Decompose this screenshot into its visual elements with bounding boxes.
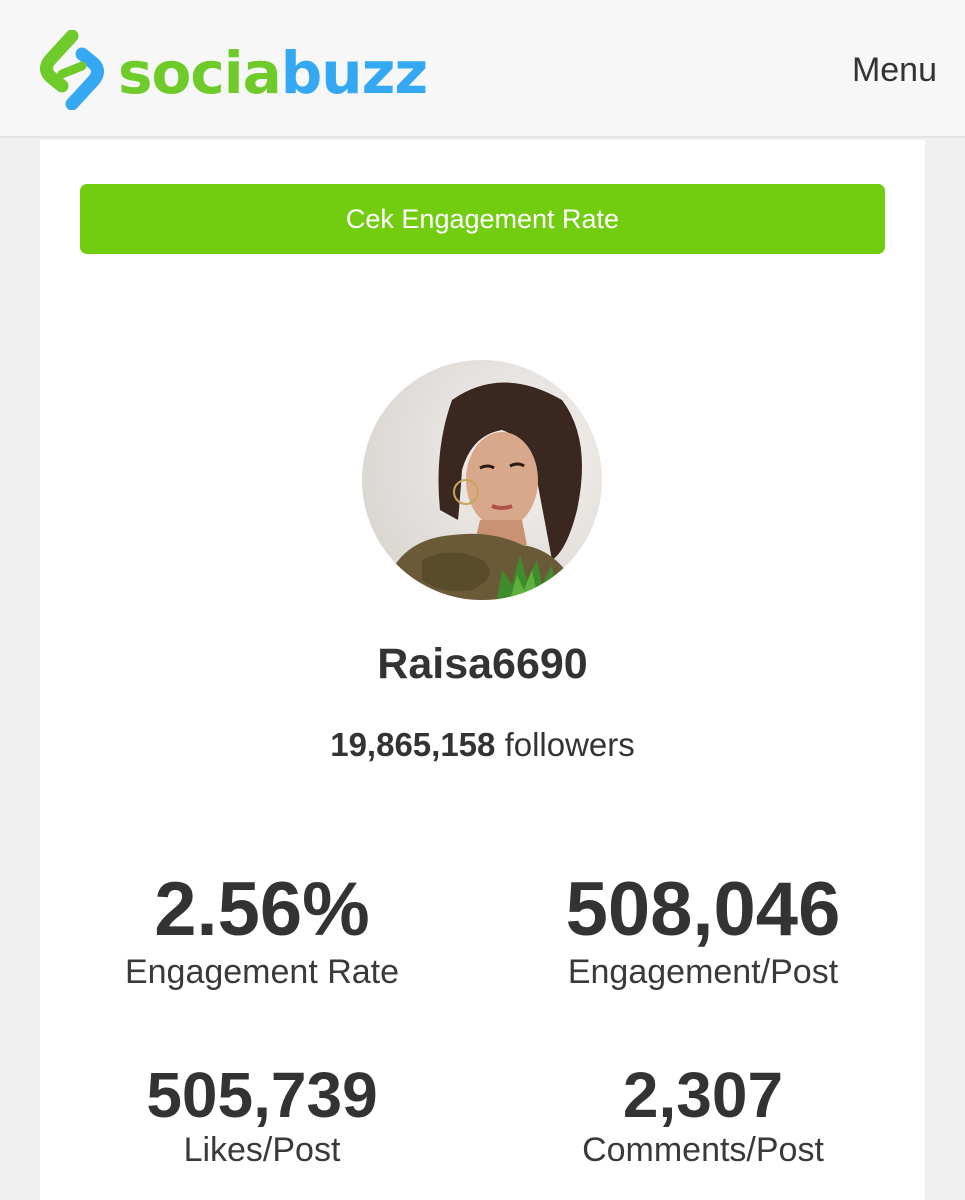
stat-likes-per-post: 505,739 Likes/Post [62, 1060, 462, 1170]
stat-label: Likes/Post [183, 1131, 341, 1169]
stat-engagement-per-post: 508,046 Engagement/Post [503, 868, 903, 992]
stat-engagement-rate: 2.56% Engagement Rate [62, 868, 462, 992]
logo-text-buzz: buzz [280, 39, 428, 107]
stat-label: Engagement/Post [567, 953, 839, 991]
profile-card: Cek Engagement Rate Raisa6690 19,865,158… [40, 140, 925, 1200]
followers-line: 19,865,158 followers [40, 726, 925, 764]
logo-text-socia: socia [118, 39, 282, 107]
followers-label: followers [504, 726, 635, 763]
profile-username: Raisa6690 [377, 640, 588, 688]
stat-value: 505,739 [146, 1059, 378, 1131]
stat-label: Engagement Rate [124, 953, 400, 991]
sociabuzz-logo-text[interactable]: sociabuzz [118, 38, 428, 108]
stat-comments-per-post: 2,307 Comments/Post [503, 1060, 903, 1170]
avatar [362, 360, 602, 600]
stat-label: Comments/Post [582, 1131, 824, 1169]
stat-value: 2.56% [154, 867, 370, 952]
stat-value: 2,307 [622, 1059, 784, 1131]
cek-engagement-rate-button[interactable]: Cek Engagement Rate [80, 184, 885, 254]
followers-count: 19,865,158 [330, 726, 496, 763]
top-header: sociabuzz Menu [0, 0, 965, 138]
stat-value: 508,046 [565, 867, 841, 952]
menu-button[interactable]: Menu [852, 50, 937, 90]
sociabuzz-logo-icon[interactable] [38, 29, 106, 111]
